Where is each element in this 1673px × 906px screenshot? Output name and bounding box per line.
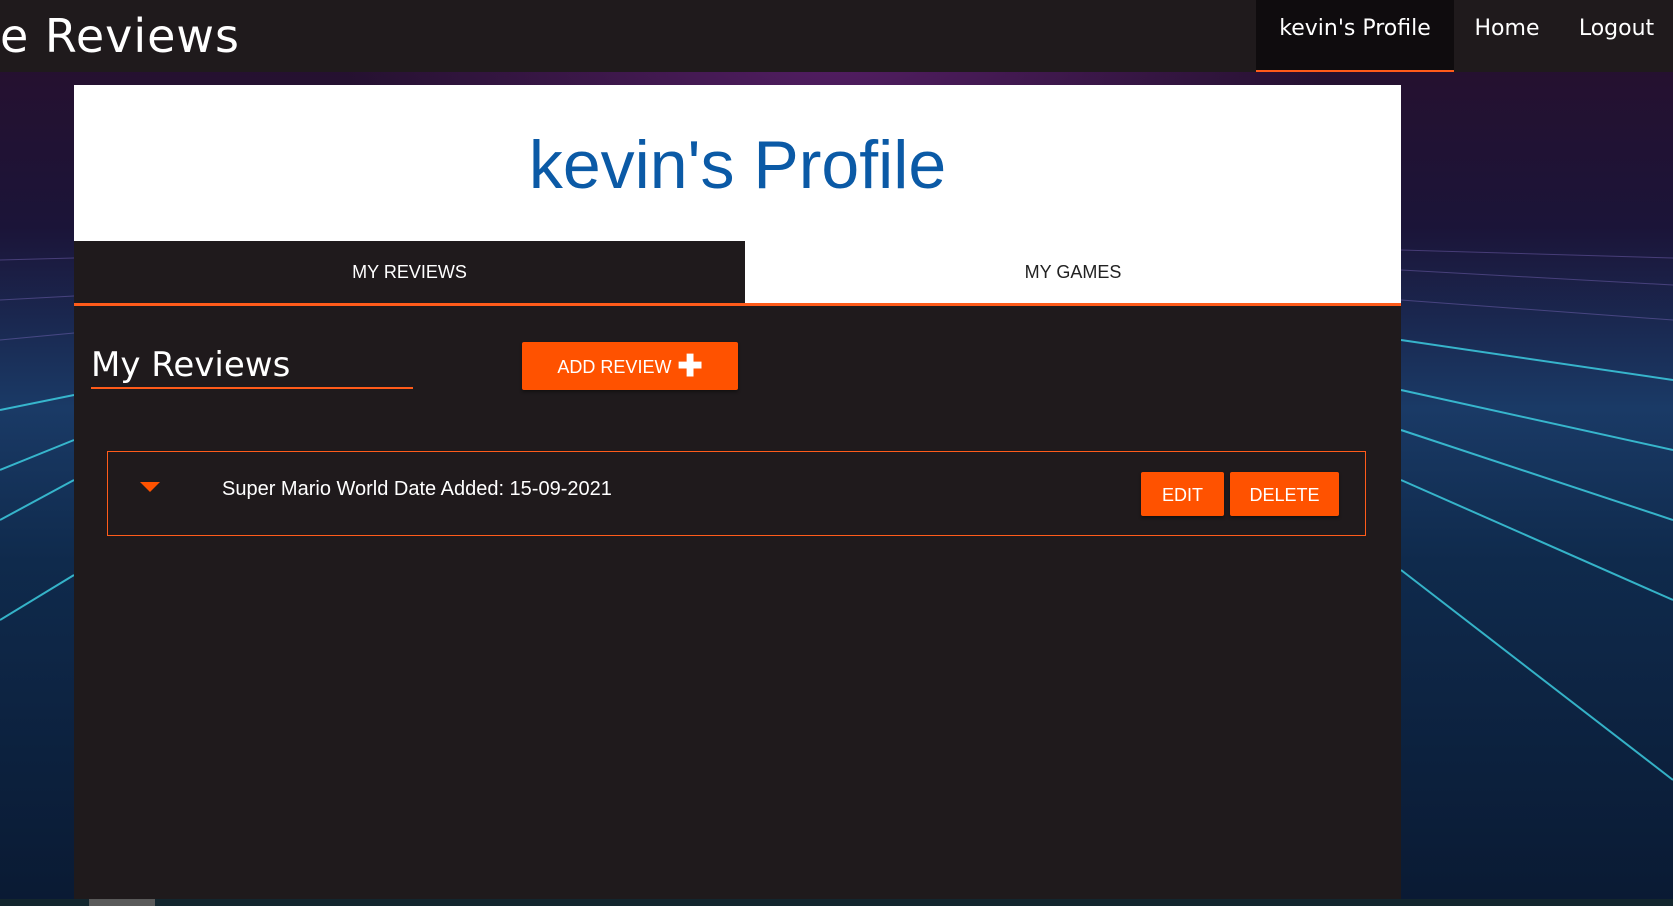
caret-down-icon[interactable] bbox=[140, 482, 160, 492]
tab-underline bbox=[74, 303, 1401, 306]
nav-item-logout[interactable]: Logout bbox=[1560, 0, 1673, 72]
plus-icon: ✚ bbox=[677, 350, 703, 383]
add-review-button[interactable]: ADD REVIEW ✚ bbox=[522, 342, 738, 390]
horizontal-scrollbar[interactable] bbox=[0, 899, 1673, 906]
top-navbar: e Reviews kevin's Profile Home Logout bbox=[0, 0, 1673, 72]
add-review-label: ADD REVIEW bbox=[557, 357, 672, 377]
profile-card: kevin's Profile MY REVIEWS MY GAMES My R… bbox=[74, 85, 1401, 906]
scrollbar-thumb[interactable] bbox=[89, 899, 155, 906]
review-title: Super Mario World Date Added: 15-09-2021 bbox=[222, 478, 612, 500]
edit-button[interactable]: EDIT bbox=[1141, 472, 1224, 516]
profile-tabs: MY REVIEWS MY GAMES bbox=[74, 241, 1401, 306]
profile-header: kevin's Profile bbox=[74, 85, 1401, 241]
delete-button[interactable]: DELETE bbox=[1230, 472, 1339, 516]
tab-my-games[interactable]: MY GAMES bbox=[745, 241, 1401, 303]
review-list-item: Super Mario World Date Added: 15-09-2021… bbox=[107, 451, 1366, 536]
tab-my-reviews[interactable]: MY REVIEWS bbox=[74, 241, 745, 303]
page-title: kevin's Profile bbox=[528, 127, 947, 203]
section-title: My Reviews bbox=[91, 343, 413, 389]
site-brand[interactable]: e Reviews bbox=[0, 4, 240, 68]
nav-item-profile[interactable]: kevin's Profile bbox=[1256, 0, 1454, 72]
nav-item-home[interactable]: Home bbox=[1454, 0, 1560, 72]
